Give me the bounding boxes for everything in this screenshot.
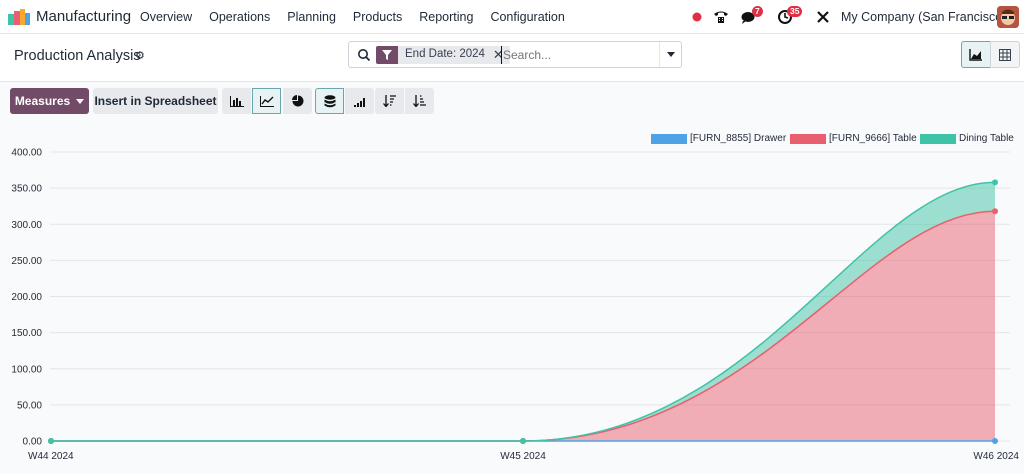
legend-item-dining-table[interactable]: Dining Table [920, 133, 1014, 144]
facet-label: End Date: 2024 [405, 48, 485, 60]
y-tick-label: 0.00 [23, 437, 43, 448]
menu-reporting[interactable]: Reporting [419, 10, 473, 24]
sort-ascending-icon [413, 95, 426, 107]
insert-in-spreadsheet-button[interactable]: Insert in Spreadsheet [93, 88, 218, 114]
measures-button[interactable]: Measures [10, 88, 89, 114]
messages-count-badge: 7 [752, 6, 763, 17]
data-point [520, 438, 526, 444]
filter-icon [376, 46, 398, 64]
y-tick-label: 250.00 [11, 256, 42, 267]
menu-planning[interactable]: Planning [287, 10, 336, 24]
main-menu: Overview Operations Planning Products Re… [140, 10, 582, 24]
legend-swatch [920, 133, 956, 144]
caret-down-icon [76, 98, 85, 104]
area-chart-icon [969, 48, 982, 61]
y-tick-label: 400.00 [11, 148, 42, 159]
table-grid-icon [999, 48, 1011, 61]
x-tick-label: W46 2024 [973, 451, 1019, 462]
company-switcher[interactable]: My Company (San Francisco) [841, 10, 1006, 24]
line-chart-icon [259, 95, 274, 107]
data-point [992, 179, 998, 186]
sort-descending-button[interactable] [375, 88, 404, 114]
y-tick-label: 200.00 [11, 292, 42, 303]
legend-label: Dining Table [959, 133, 1014, 144]
caret-down-icon [666, 51, 675, 57]
menu-products[interactable]: Products [353, 10, 402, 24]
data-point [992, 438, 998, 444]
y-tick-label: 150.00 [11, 328, 42, 339]
line-chart-button[interactable] [252, 88, 281, 114]
legend-swatch [790, 133, 826, 144]
production-area-chart: 0.00 50.00 100.00 150.00 200.00 250.00 300.00 3… [11, 148, 1019, 463]
top-navbar: Manufacturing Overview Operations Planni… [0, 0, 1024, 34]
search-input[interactable] [501, 46, 651, 64]
search-bar[interactable]: End Date: 2024 ✕ [348, 41, 682, 68]
database-stack-icon [324, 94, 335, 107]
y-tick-label: 100.00 [11, 364, 42, 375]
x-tick-label: W45 2024 [500, 451, 546, 462]
cumulative-bars-icon [353, 97, 365, 107]
bar-chart-button[interactable] [222, 88, 251, 114]
graph-view-button[interactable] [961, 41, 991, 68]
x-tick-label: W44 2024 [28, 451, 74, 462]
y-tick-label: 350.00 [11, 184, 42, 195]
gear-icon[interactable]: ⚙ [135, 49, 145, 62]
recording-dot-icon[interactable] [692, 12, 702, 22]
cumulative-toggle-button[interactable] [345, 88, 374, 114]
graph-content: Measures Insert in Spreadsheet [FURN_885… [0, 82, 1024, 474]
pivot-view-button[interactable] [990, 41, 1020, 68]
pie-chart-icon [291, 95, 303, 107]
control-panel: Production Analysis ⚙ End Date: 2024 ✕ [0, 34, 1024, 82]
data-point [992, 208, 998, 215]
area-table [51, 211, 995, 441]
menu-operations[interactable]: Operations [209, 10, 270, 24]
bar-chart-icon [229, 95, 244, 107]
legend-swatch [651, 133, 687, 144]
stacked-toggle-button[interactable] [315, 88, 344, 114]
user-avatar[interactable] [997, 6, 1019, 28]
manufacturing-app-icon[interactable] [8, 9, 30, 25]
app-name[interactable]: Manufacturing [36, 8, 131, 25]
legend-item-drawer[interactable]: [FURN_8855] Drawer [651, 133, 786, 144]
legend-label: [FURN_8855] Drawer [690, 133, 787, 144]
pie-chart-button[interactable] [283, 88, 312, 114]
search-icon[interactable] [357, 48, 371, 62]
sort-ascending-button[interactable] [405, 88, 434, 114]
y-tick-label: 300.00 [11, 220, 42, 231]
search-options-toggle[interactable] [659, 42, 681, 67]
data-point [48, 438, 54, 444]
phone-icon[interactable] [713, 9, 729, 25]
legend-label: [FURN_9666] Table [829, 133, 917, 144]
sort-descending-icon [383, 95, 396, 107]
menu-configuration[interactable]: Configuration [490, 10, 564, 24]
search-facet-end-date: End Date: 2024 ✕ [376, 46, 510, 64]
measures-label: Measures [14, 94, 71, 108]
menu-overview[interactable]: Overview [140, 10, 192, 24]
y-tick-label: 50.00 [17, 400, 42, 411]
legend-item-table[interactable]: [FURN_9666] Table [790, 133, 917, 144]
debug-tools-icon[interactable] [816, 10, 830, 24]
page-title: Production Analysis [14, 48, 141, 64]
activities-count-badge: 35 [787, 6, 803, 17]
